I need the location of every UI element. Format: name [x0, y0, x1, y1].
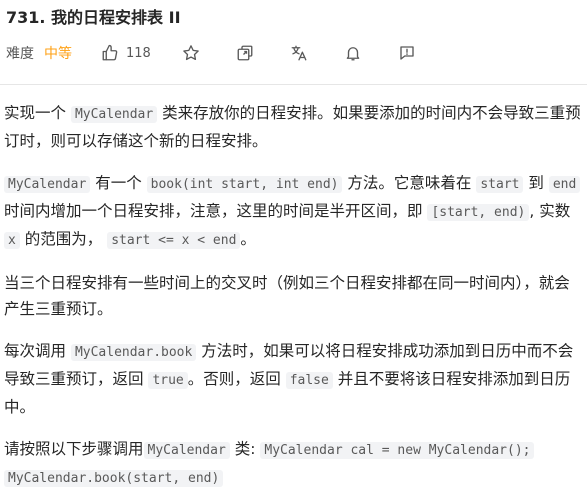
inline-code: MyCalendar	[143, 442, 230, 459]
problem-meta-bar: 难度 中等 118	[6, 42, 417, 64]
like-button[interactable]: 118	[100, 43, 151, 63]
inline-code: MyCalendar cal = new MyCalendar();	[260, 442, 535, 459]
like-count: 118	[126, 45, 151, 61]
text: 。	[240, 230, 256, 248]
thumbs-up-icon	[100, 43, 120, 63]
difficulty-label: 难度	[6, 46, 34, 62]
inline-code: book(int start, int end)	[146, 176, 343, 193]
star-icon[interactable]	[181, 43, 201, 63]
text: 方法。它意味着在	[342, 174, 477, 192]
inline-code: MyCalendar	[4, 176, 91, 193]
inline-code: [start, end)	[427, 204, 530, 221]
report-icon[interactable]	[397, 43, 417, 63]
text: 到	[523, 174, 549, 192]
description-paragraph: 每次调用 MyCalendar.book 方法时，如果可以将日程安排成功添加到日…	[4, 338, 582, 420]
text: 时间内增加一个日程安排，注意，这里的时间是半开区间，即	[4, 202, 428, 220]
translate-icon[interactable]	[289, 43, 309, 63]
inline-code: x	[4, 232, 20, 249]
bell-icon[interactable]	[343, 43, 363, 63]
description-paragraph: 实现一个 MyCalendar 类来存放你的日程安排。如果要添加的时间内不会导致…	[4, 100, 582, 154]
text: 类:	[229, 440, 261, 458]
inline-code: MyCalendar	[70, 106, 158, 123]
inline-code: start	[476, 176, 524, 193]
problem-title: 731. 我的日程安排表 II	[6, 8, 181, 27]
text: 。否则，返回	[187, 370, 286, 388]
text: 请按照以下步骤调用	[4, 440, 144, 458]
description-paragraph: 请按照以下步骤调用 MyCalendar 类: MyCalendar cal = …	[4, 436, 582, 489]
inline-code: end	[548, 176, 581, 193]
text: , 实数	[529, 202, 571, 220]
text: 实现一个	[4, 104, 71, 122]
description-paragraph: 当三个日程安排有一些时间上的交叉时（例如三个日程安排都在同一时间内），就会产生三…	[4, 270, 582, 322]
inline-code: false	[285, 372, 333, 389]
text: 每次调用	[4, 342, 71, 360]
text: 当三个日程安排有一些时间上的交叉时（例如三个日程安排都在同一时间内），就会产生三…	[4, 274, 570, 318]
description-paragraph: MyCalendar 有一个 book(int start, int end) …	[4, 170, 582, 254]
inline-code: start <= x < end	[107, 232, 241, 249]
share-icon[interactable]	[235, 43, 255, 63]
text: 有一个	[90, 174, 147, 192]
text: 的范围为，	[19, 230, 108, 248]
inline-code: true	[148, 372, 188, 389]
divider	[0, 84, 587, 85]
inline-code: MyCalendar.book(start, end)	[4, 470, 224, 487]
problem-description: 实现一个 MyCalendar 类来存放你的日程安排。如果要添加的时间内不会导致…	[4, 100, 582, 489]
problem-page: 731. 我的日程安排表 II 难度 中等 118 实现一个 MyCalenda…	[0, 0, 587, 489]
inline-code: MyCalendar.book	[70, 344, 197, 361]
difficulty-badge: 中等	[44, 46, 72, 62]
